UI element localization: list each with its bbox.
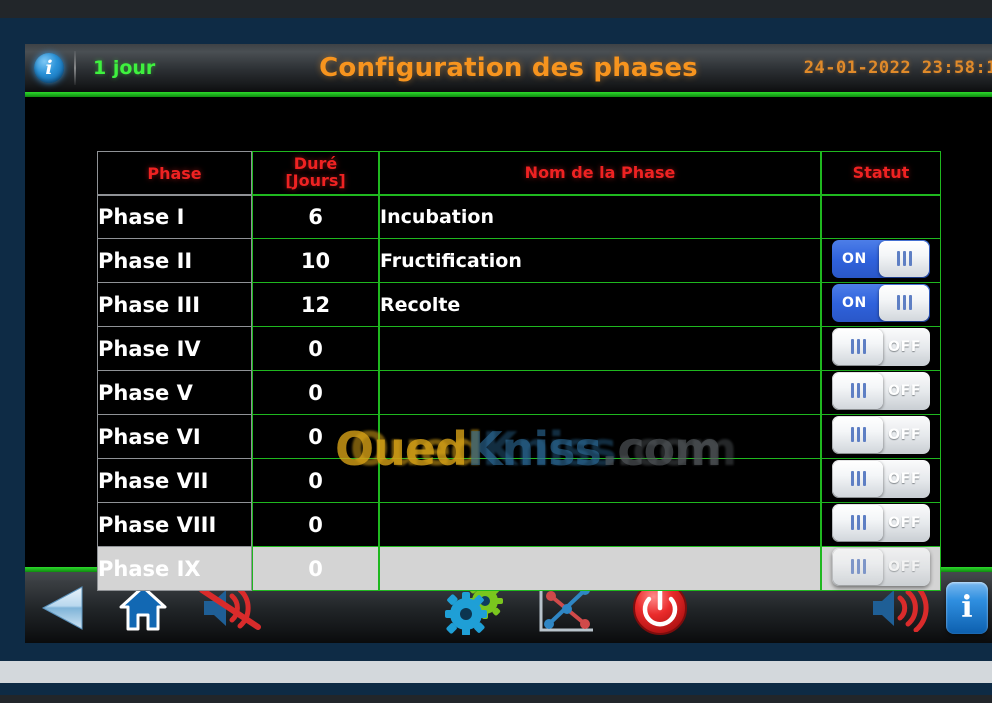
status-toggle-handle[interactable]	[833, 328, 883, 365]
col-header-statut: Statut	[821, 151, 941, 195]
info-icon-glyph: i	[45, 57, 53, 79]
info-icon-right[interactable]: i	[946, 581, 988, 634]
cell-status: OFF	[821, 459, 941, 503]
cell-phase-name[interactable]	[379, 327, 821, 371]
col-header-nom: Nom de la Phase	[379, 151, 821, 195]
info-right-glyph: i	[961, 590, 973, 625]
cell-duration[interactable]: 0	[252, 459, 379, 503]
cell-phase-name[interactable]	[379, 415, 821, 459]
cell-duration[interactable]: 0	[252, 327, 379, 371]
cell-duration[interactable]: 0	[252, 547, 379, 591]
table-row[interactable]: Phase IX 0 OFF	[97, 547, 941, 591]
status-toggle[interactable]: OFF	[832, 415, 930, 454]
status-toggle-handle[interactable]	[879, 240, 929, 277]
cell-status: OFF	[821, 415, 941, 459]
status-toggle-label: ON	[842, 250, 867, 267]
table-row[interactable]: Phase VI 0 OFF	[97, 415, 941, 459]
cell-status: ON	[821, 239, 941, 283]
status-toggle[interactable]: OFF	[832, 459, 930, 498]
bezel-bottom	[0, 695, 992, 703]
cell-phase-name[interactable]: Fructification	[379, 239, 821, 283]
col-header-duree: Duré [Jours]	[252, 151, 379, 195]
title-bar: i 1 jour Configuration des phases 24-01-…	[25, 44, 992, 92]
cell-status: OFF	[821, 503, 941, 547]
status-toggle[interactable]: ON	[832, 239, 930, 278]
cell-phase: Phase IV	[97, 327, 252, 371]
cell-duration[interactable]: 0	[252, 503, 379, 547]
cell-status: OFF	[821, 547, 941, 591]
bezel-strip-lower	[0, 683, 992, 695]
col-header-duree-unit: [Jours]	[285, 171, 346, 190]
table-row[interactable]: Phase II 10 Fructification ON	[97, 239, 941, 283]
cell-phase-name[interactable]	[379, 503, 821, 547]
bezel-top	[0, 0, 992, 18]
cell-phase: Phase IX	[97, 547, 252, 591]
table-row[interactable]: Phase IV 0 OFF	[97, 327, 941, 371]
table-row[interactable]: Phase I 6 Incubation	[97, 195, 941, 239]
cell-phase-name[interactable]: Incubation	[379, 195, 821, 239]
info-button[interactable]: i	[942, 578, 992, 638]
status-toggle-label: ON	[842, 294, 867, 311]
table-header-row: Phase Duré [Jours] Nom de la Phase Statu…	[97, 151, 941, 195]
status-toggle-handle[interactable]	[833, 372, 883, 409]
status-toggle-handle[interactable]	[833, 460, 883, 497]
phases-table-area: OuedKniss.com OuedKniss.com Phase Duré […	[25, 97, 992, 591]
title-divider	[74, 51, 76, 85]
cell-phase-name[interactable]	[379, 371, 821, 415]
status-toggle-label: OFF	[888, 338, 921, 355]
status-toggle-label: OFF	[888, 470, 921, 487]
status-toggle-handle[interactable]	[833, 416, 883, 453]
table-row[interactable]: Phase VIII 0 OFF	[97, 503, 941, 547]
cell-phase: Phase III	[97, 283, 252, 327]
status-toggle-handle[interactable]	[833, 548, 883, 585]
cell-duration[interactable]: 10	[252, 239, 379, 283]
table-row[interactable]: Phase VII 0 OFF	[97, 459, 941, 503]
status-toggle[interactable]: OFF	[832, 327, 930, 366]
status-toggle[interactable]: ON	[832, 283, 930, 322]
cell-phase-name[interactable]	[379, 547, 821, 591]
status-toggle-label: OFF	[888, 382, 921, 399]
cell-phase: Phase I	[97, 195, 252, 239]
cell-phase-name[interactable]	[379, 459, 821, 503]
cell-status: OFF	[821, 327, 941, 371]
datetime-label: 24-01-2022 23:58:1	[803, 58, 992, 78]
phases-table: Phase Duré [Jours] Nom de la Phase Statu…	[97, 151, 941, 591]
status-toggle[interactable]: OFF	[832, 503, 930, 542]
status-toggle-label: OFF	[888, 514, 921, 531]
cell-phase: Phase VIII	[97, 503, 252, 547]
table-row[interactable]: Phase III 12 Recolte ON	[97, 283, 941, 327]
back-icon[interactable]	[25, 578, 103, 638]
info-icon[interactable]: i	[34, 53, 64, 83]
cell-duration[interactable]: 6	[252, 195, 379, 239]
status-toggle[interactable]: OFF	[832, 371, 930, 410]
status-toggle-label: OFF	[888, 558, 921, 575]
day-counter-label: 1 jour	[93, 57, 156, 79]
cell-phase: Phase II	[97, 239, 252, 283]
hmi-screen: i 1 jour Configuration des phases 24-01-…	[25, 44, 992, 643]
cell-duration[interactable]: 0	[252, 415, 379, 459]
status-toggle[interactable]: OFF	[832, 547, 930, 586]
status-toggle-label: OFF	[888, 426, 921, 443]
cell-duration[interactable]: 0	[252, 371, 379, 415]
cell-duration[interactable]: 12	[252, 283, 379, 327]
col-header-phase: Phase	[97, 151, 252, 195]
cell-status: ON	[821, 283, 941, 327]
table-row[interactable]: Phase V 0 OFF	[97, 371, 941, 415]
cell-phase: Phase VI	[97, 415, 252, 459]
cell-phase: Phase V	[97, 371, 252, 415]
cell-status: OFF	[821, 371, 941, 415]
device-frame: i 1 jour Configuration des phases 24-01-…	[0, 0, 992, 703]
cell-phase-name[interactable]: Recolte	[379, 283, 821, 327]
bezel-strip-light	[0, 661, 992, 683]
phases-table-body: Phase I 6 Incubation Phase II 10 Fructificati…	[97, 195, 941, 591]
cell-phase: Phase VII	[97, 459, 252, 503]
cell-status	[821, 195, 941, 239]
status-toggle-handle[interactable]	[833, 504, 883, 541]
status-toggle-handle[interactable]	[879, 284, 929, 321]
